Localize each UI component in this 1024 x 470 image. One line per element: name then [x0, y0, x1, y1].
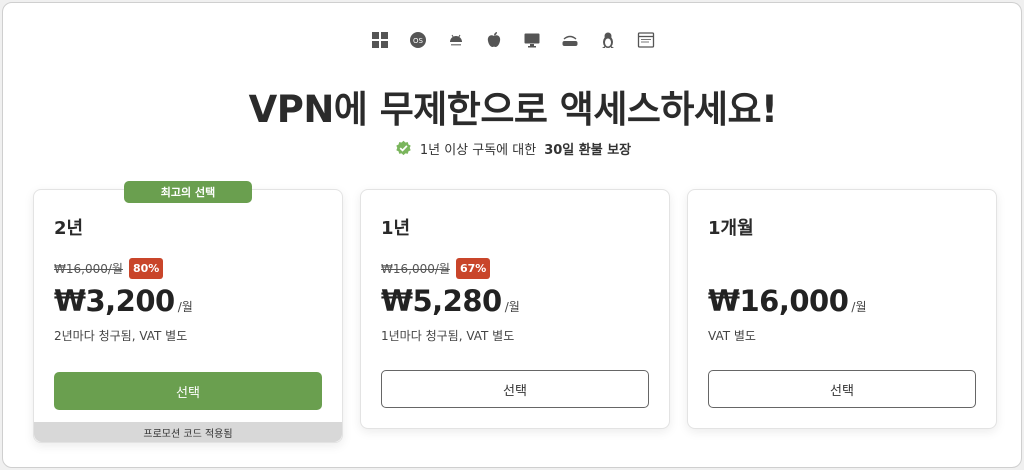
plan-term: 2년	[54, 218, 84, 239]
price-row: ₩16,000 /월	[708, 284, 867, 318]
price-row: ₩5,280 /월	[381, 284, 520, 318]
plan-price: ₩16,000	[708, 284, 849, 318]
original-price: ₩16,000/월	[54, 262, 123, 276]
page-headline: VPN에 무제한으로 액세스하세요!	[248, 88, 778, 131]
discount-badge: 80%	[128, 258, 164, 279]
plan-term: 1개월	[708, 218, 754, 239]
original-price-row: ₩16,000/월 80%	[54, 258, 164, 279]
macos-icon[interactable]: OS	[408, 30, 428, 50]
guarantee-highlight: 30일 환불 보장	[544, 143, 632, 158]
best-choice-tag: 최고의 선택	[124, 181, 252, 203]
money-back-guarantee: 1년 이상 구독에 대한 30일 환불 보장	[3, 139, 1023, 158]
price-period: /월	[504, 300, 520, 314]
price-row: ₩3,200 /월	[54, 284, 193, 318]
router-icon[interactable]	[560, 30, 580, 50]
svg-text:OS: OS	[413, 37, 424, 45]
plan-card-2-years: 최고의 선택 2년 ₩16,000/월 80% ₩3,200 /월 2년마다 청…	[33, 181, 343, 443]
linux-icon[interactable]	[598, 30, 618, 50]
guarantee-text: 1년 이상 구독에 대한	[419, 143, 537, 158]
plan-price: ₩3,200	[54, 284, 175, 318]
platform-icons: OS	[3, 30, 1023, 50]
pricing-panel: OS VPN에 무제한으로 액세스하세요! 1년 이상 구독에 대한 30일 환…	[2, 2, 1022, 468]
plan-card-1-year: 1년 ₩16,000/월 67% ₩5,280 /월 1년마다 청구됨, VAT…	[360, 189, 670, 429]
android-icon[interactable]	[446, 30, 466, 50]
original-price-row: ₩16,000/월 67%	[381, 258, 491, 279]
discount-badge: 67%	[455, 258, 491, 279]
plan-card-1-month: 1개월 ₩16,000 /월 VAT 별도 선택	[687, 189, 997, 429]
price-period: /월	[177, 300, 193, 314]
billing-note: 1년마다 청구됨, VAT 별도	[381, 329, 515, 343]
promo-applied-bar: 프로모션 코드 적용됨	[34, 422, 342, 442]
desktop-icon[interactable]	[522, 30, 542, 50]
select-button[interactable]: 선택	[708, 370, 976, 408]
billing-note: VAT 별도	[708, 329, 756, 343]
select-button[interactable]: 선택	[54, 372, 322, 410]
browser-icon[interactable]	[636, 30, 656, 50]
apple-icon[interactable]	[484, 30, 504, 50]
badge-check-icon	[395, 140, 412, 157]
windows-icon[interactable]	[370, 30, 390, 50]
billing-note: 2년마다 청구됨, VAT 별도	[54, 329, 188, 343]
original-price: ₩16,000/월	[381, 262, 450, 276]
select-button[interactable]: 선택	[381, 370, 649, 408]
plan-price: ₩5,280	[381, 284, 502, 318]
price-period: /월	[851, 300, 867, 314]
plan-term: 1년	[381, 218, 411, 239]
